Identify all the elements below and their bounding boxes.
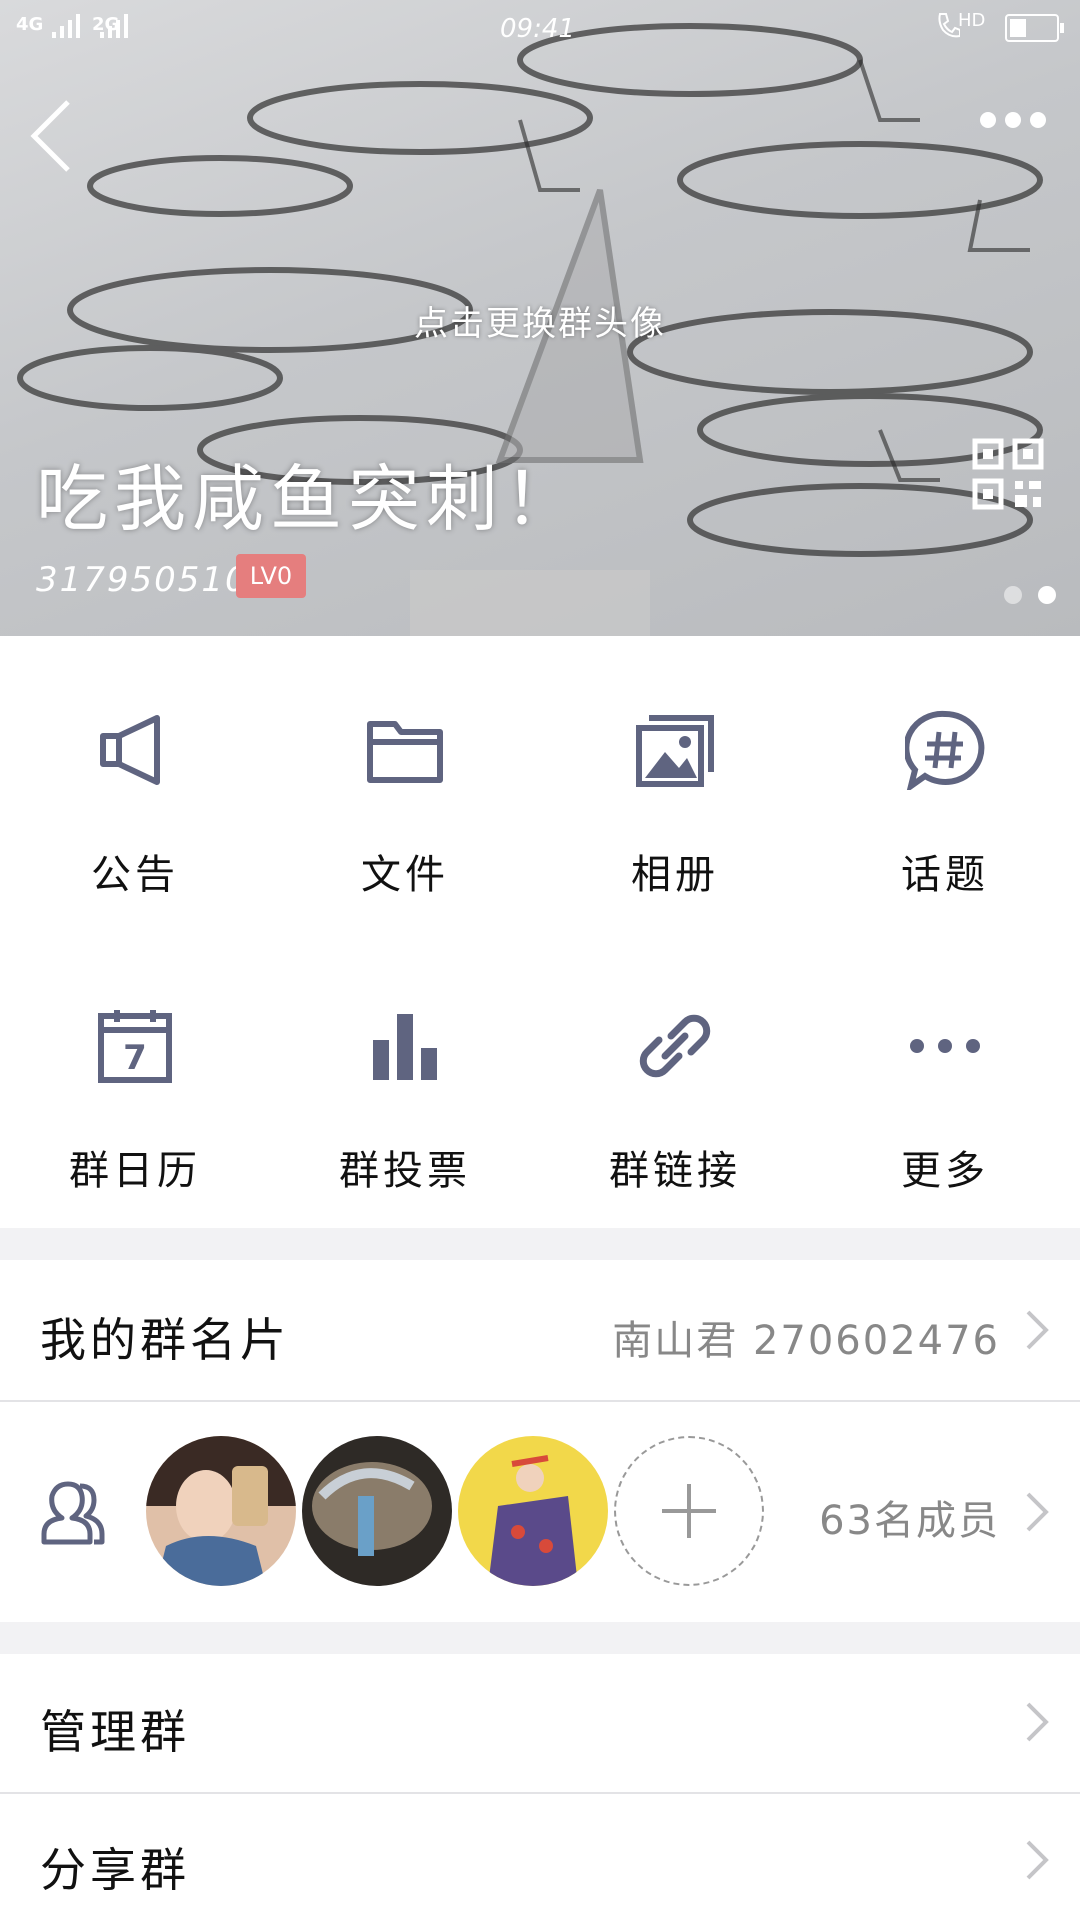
change-avatar-hint[interactable]: 点击更换群头像 <box>0 296 1080 345</box>
qr-code-icon[interactable] <box>972 438 1044 510</box>
topic-hash-icon <box>905 710 985 790</box>
page-dot <box>1004 586 1022 604</box>
plus-icon <box>662 1484 716 1538</box>
clock: 09:41 <box>500 14 575 44</box>
grid-item-vote[interactable]: 群投票 <box>270 932 540 1194</box>
call-icon <box>938 13 960 38</box>
member-avatar[interactable] <box>458 1436 608 1586</box>
chevron-right-icon <box>1026 1840 1049 1880</box>
share-group-row[interactable]: 分享群 <box>0 1794 1080 1920</box>
vote-chart-icon <box>373 1014 437 1080</box>
add-member-button[interactable] <box>614 1436 764 1586</box>
back-arrow-icon[interactable] <box>24 96 84 176</box>
page-indicator <box>988 586 1056 608</box>
members-icon <box>41 1481 105 1545</box>
my-card-value: 南山君 270602476 <box>612 1318 1000 1364</box>
grid-item-files[interactable]: 文件 <box>270 636 540 898</box>
member-avatar[interactable] <box>146 1436 296 1586</box>
hd-label: HD <box>958 10 986 31</box>
signal-2-icon <box>100 14 128 38</box>
chevron-right-icon <box>1026 1492 1049 1532</box>
manage-group-row[interactable]: 管理群 <box>0 1654 1080 1792</box>
grid-item-link[interactable]: 群链接 <box>540 932 810 1194</box>
grid-label: 群链接 <box>609 1148 741 1194</box>
grid-label: 话题 <box>901 852 989 898</box>
grid-label: 相册 <box>631 852 719 898</box>
chevron-right-icon <box>1026 1702 1049 1742</box>
grid-item-calendar[interactable]: 7 群日历 <box>0 932 270 1194</box>
folder-icon <box>367 721 443 783</box>
share-group-title: 分享群 <box>40 1843 190 1897</box>
more-dots-icon <box>910 1039 980 1053</box>
link-icon <box>639 1014 711 1078</box>
group-cover-header[interactable]: 4G 2G 09:41 HD 点击更换群头像 吃我咸鱼突刺！ 317950510… <box>0 0 1080 636</box>
grid-label: 更多 <box>901 1148 989 1194</box>
page-dot-active <box>1038 586 1056 604</box>
album-icon <box>636 715 714 787</box>
feature-grid: 公告 文件 相册 话题 7 群日历 群投票 群链接 更多 <box>0 636 1080 1228</box>
calendar-icon: 7 <box>98 1010 172 1083</box>
my-card-title: 我的群名片 <box>40 1313 290 1367</box>
members-row[interactable]: 63名成员 <box>0 1402 1080 1622</box>
calendar-day-number: 7 <box>123 1038 147 1078</box>
member-avatar[interactable] <box>302 1436 452 1586</box>
grid-label: 公告 <box>91 852 179 898</box>
megaphone-icon <box>100 715 160 785</box>
grid-item-topic[interactable]: 话题 <box>810 636 1080 898</box>
group-name: 吃我咸鱼突刺！ <box>36 457 583 541</box>
more-options-button[interactable] <box>980 112 1060 142</box>
manage-group-title: 管理群 <box>40 1705 190 1759</box>
signal-icon <box>52 14 80 38</box>
level-badge: LV0 <box>236 554 306 598</box>
my-group-card-row[interactable]: 我的群名片 南山君 270602476 <box>0 1260 1080 1400</box>
grid-label: 群日历 <box>69 1148 201 1194</box>
member-count: 63名成员 <box>819 1498 1000 1544</box>
grid-item-more[interactable]: 更多 <box>810 932 1080 1194</box>
chevron-right-icon <box>1026 1310 1049 1350</box>
grid-item-announcement[interactable]: 公告 <box>0 636 270 898</box>
group-id: 317950510 <box>36 560 249 600</box>
grid-item-album[interactable]: 相册 <box>540 636 810 898</box>
network-4g-label: 4G <box>16 14 44 35</box>
grid-label: 群投票 <box>339 1148 471 1194</box>
battery-icon <box>1005 14 1064 42</box>
status-bar: 4G 2G 09:41 HD <box>0 0 1080 56</box>
grid-label: 文件 <box>361 852 449 898</box>
